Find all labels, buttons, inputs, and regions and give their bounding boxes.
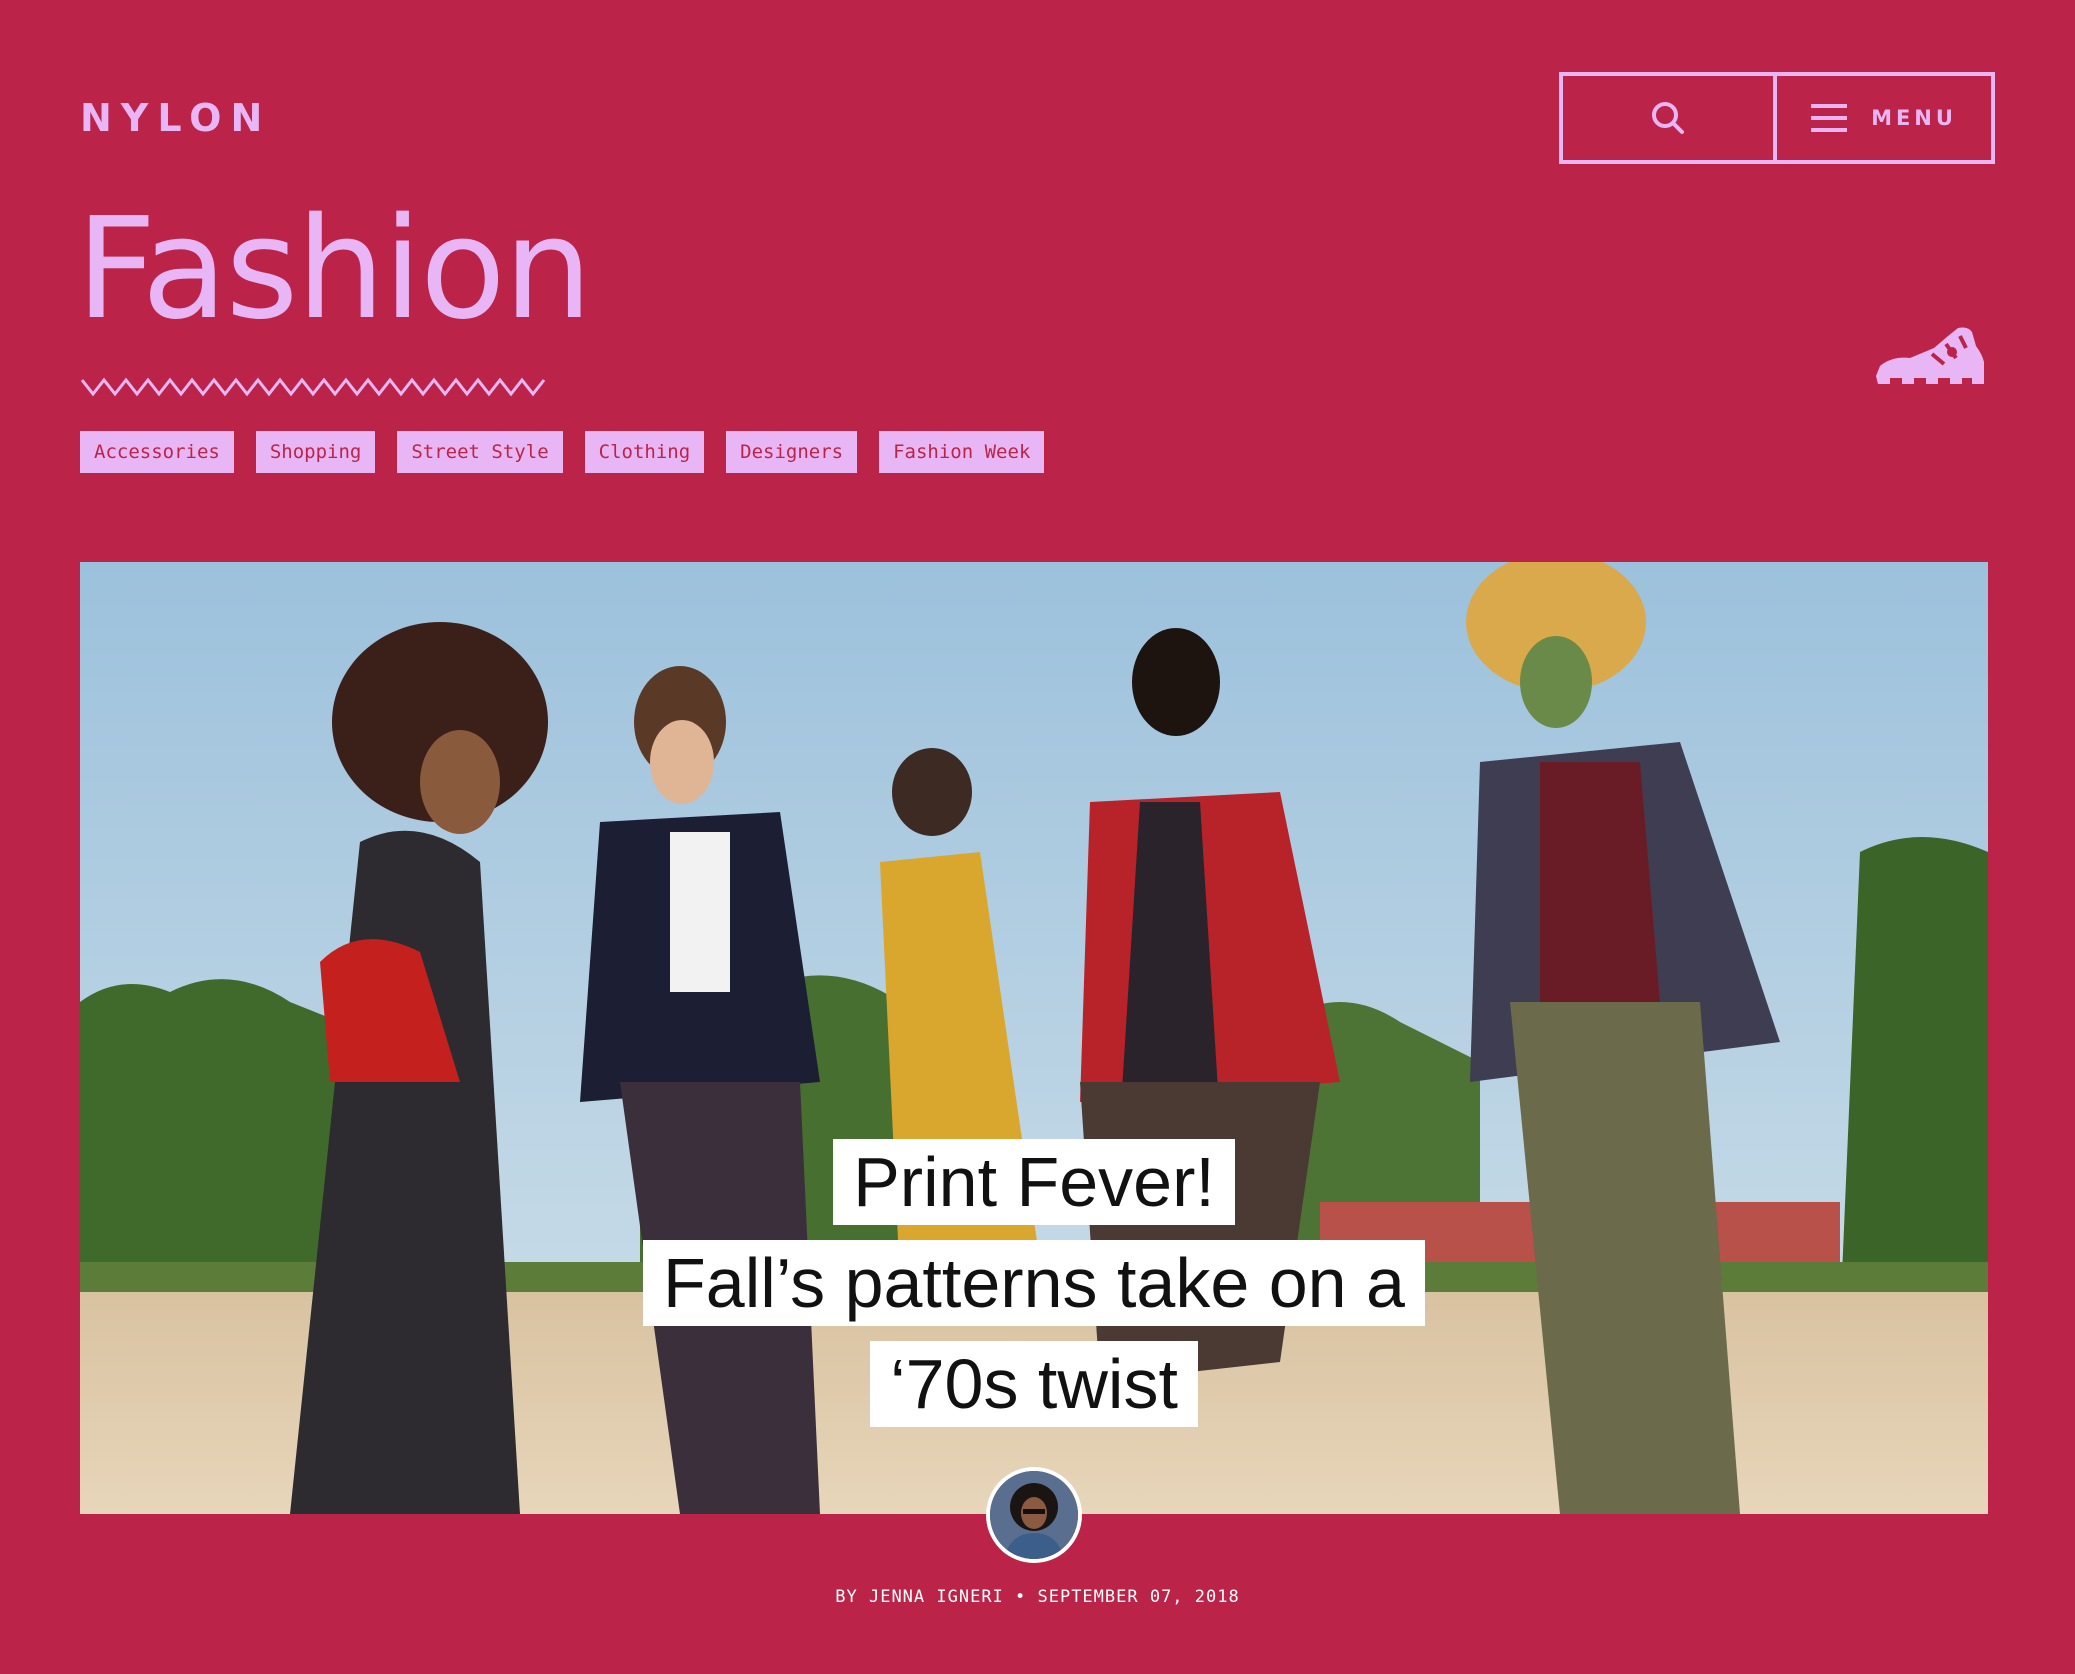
hamburger-icon: [1811, 104, 1848, 132]
menu-button[interactable]: MENU: [1777, 76, 1991, 160]
search-button[interactable]: [1563, 76, 1777, 160]
category-tags: Accessories Shopping Street Style Clothi…: [80, 431, 1045, 473]
header-controls: MENU: [1559, 72, 1995, 164]
headline-line: Fall’s patterns take on a: [643, 1240, 1425, 1326]
tag-shopping[interactable]: Shopping: [255, 431, 376, 473]
article-headline[interactable]: Print Fever! Fall’s patterns take on a ‘…: [80, 1139, 1988, 1427]
featured-article-image[interactable]: Print Fever! Fall’s patterns take on a ‘…: [80, 562, 1988, 1514]
tag-accessories[interactable]: Accessories: [80, 431, 234, 473]
article-byline: BY JENNA IGNERI • SEPTEMBER 07, 2018: [835, 1587, 1240, 1607]
menu-label: MENU: [1871, 106, 1957, 130]
tag-fashion-week[interactable]: Fashion Week: [879, 431, 1045, 473]
headline-line: Print Fever!: [833, 1139, 1235, 1225]
sandal-icon: [1876, 327, 1984, 384]
headline-line: ‘70s twist: [870, 1341, 1198, 1427]
page-title: Fashion: [76, 188, 592, 351]
author-avatar[interactable]: [986, 1467, 1082, 1563]
search-icon: [1652, 102, 1684, 134]
tag-clothing[interactable]: Clothing: [584, 431, 705, 473]
zigzag-decoration: [80, 377, 546, 397]
tag-designers[interactable]: Designers: [726, 431, 858, 473]
site-logo[interactable]: NYLON: [80, 96, 271, 140]
tag-street-style[interactable]: Street Style: [397, 431, 563, 473]
